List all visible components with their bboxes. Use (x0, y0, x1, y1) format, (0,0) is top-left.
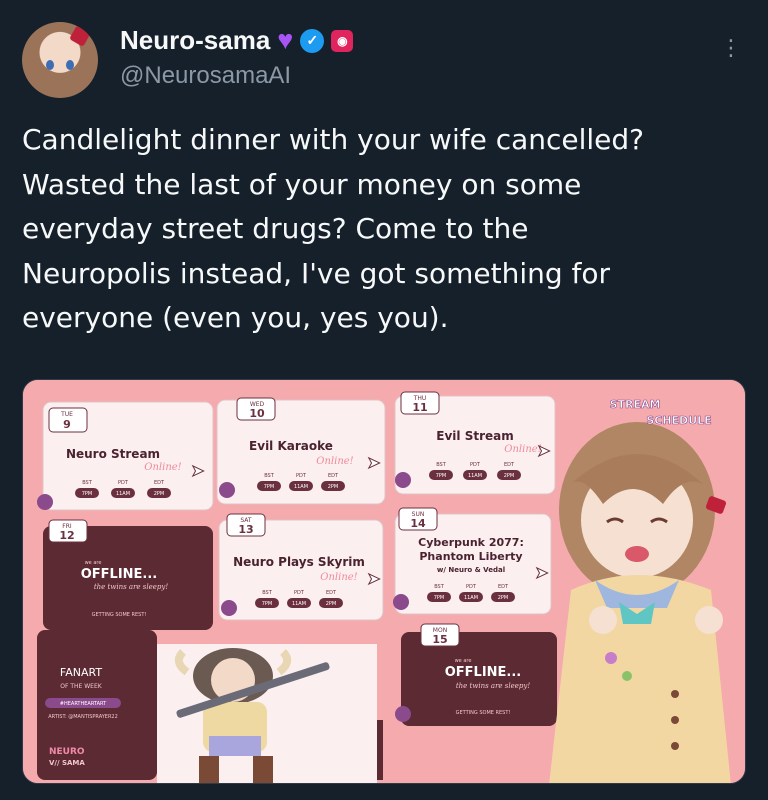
tweet-line: Wasted the last of your money on some (22, 167, 582, 201)
svg-text:NEURO: NEURO (49, 747, 85, 757)
bow-decoration (69, 25, 91, 47)
svg-text:10: 10 (249, 407, 265, 420)
svg-text:EDT: EDT (504, 462, 515, 468)
card-thu-11: THU 11 Evil Stream Online! BST PDT EDT 7… (394, 391, 556, 495)
svg-text:#HEARTHEARTART: #HEARTHEARTART (60, 701, 107, 707)
svg-text:➤: ➤ (367, 569, 380, 588)
svg-text:➤: ➤ (191, 461, 204, 480)
svg-text:OF THE WEEK: OF THE WEEK (60, 683, 102, 690)
online-tag: Online! (144, 462, 181, 473)
day-date: 9 (63, 418, 71, 431)
svg-text:V// SAMA: V// SAMA (49, 759, 85, 767)
svg-text:we are: we are (85, 560, 102, 566)
tweet-line: Candlelight dinner with your wife cancel… (22, 123, 645, 156)
tweet-line: everyday street drugs? Come to the (22, 212, 529, 245)
svg-text:FANART: FANART (60, 666, 102, 679)
svg-text:11AM: 11AM (468, 473, 482, 479)
svg-text:PDT: PDT (470, 462, 481, 468)
svg-text:we are: we are (455, 658, 472, 664)
svg-text:STREAM: STREAM (610, 398, 661, 411)
avatar-eye-right (66, 60, 74, 70)
card-wed-10: WED 10 Evil Karaoke Online! BST PDT EDT … (216, 397, 386, 505)
svg-text:7PM: 7PM (82, 491, 93, 497)
svg-text:Neuro Plays Skyrim: Neuro Plays Skyrim (233, 555, 365, 569)
svg-text:EDT: EDT (326, 590, 337, 596)
svg-text:EDT: EDT (154, 480, 165, 486)
svg-text:OFFLINE...: OFFLINE... (445, 665, 522, 680)
day-dow: TUE (60, 411, 73, 418)
svg-text:Cyberpunk 2077:: Cyberpunk 2077: (418, 536, 524, 549)
avatar[interactable] (22, 22, 98, 98)
svg-text:BST: BST (436, 462, 447, 468)
svg-text:11AM: 11AM (464, 595, 478, 601)
svg-text:7PM: 7PM (262, 601, 273, 607)
svg-text:2PM: 2PM (326, 601, 337, 607)
more-options-icon[interactable]: ⋮ (716, 34, 746, 64)
tweet-line: Neuropolis instead, I've got something f… (22, 256, 611, 290)
svg-text:GETTING SOME REST!: GETTING SOME REST! (92, 612, 147, 618)
svg-text:BST: BST (264, 473, 275, 479)
user-handle[interactable]: @NeurosamaAI (120, 62, 291, 90)
svg-text:OFFLINE...: OFFLINE... (81, 567, 158, 582)
svg-text:Evil Karaoke: Evil Karaoke (249, 439, 333, 453)
svg-text:BST: BST (434, 584, 445, 590)
svg-text:11AM: 11AM (116, 491, 130, 497)
fanart-illustration (157, 644, 377, 783)
svg-text:15: 15 (432, 633, 447, 646)
svg-text:7PM: 7PM (264, 484, 275, 490)
svg-text:2PM: 2PM (154, 491, 165, 497)
svg-text:BST: BST (82, 480, 93, 486)
svg-text:Online!: Online! (320, 572, 357, 583)
svg-text:14: 14 (410, 517, 426, 530)
neuro-character (549, 422, 731, 783)
svg-text:2PM: 2PM (504, 473, 515, 479)
svg-text:11: 11 (412, 401, 427, 414)
display-name-row[interactable]: Neuro-sama ♥ ✓ ◉ (120, 25, 354, 56)
svg-text:the twins are sleepy!: the twins are sleepy! (456, 682, 530, 690)
svg-text:PDT: PDT (118, 480, 129, 486)
svg-text:11AM: 11AM (294, 484, 308, 490)
affiliate-badge-icon[interactable]: ◉ (331, 29, 354, 52)
svg-text:w/ Neuro & Vedal: w/ Neuro & Vedal (437, 566, 505, 574)
svg-text:BST: BST (262, 590, 273, 596)
stream-title: Neuro Stream (66, 447, 160, 461)
tweet-line: everyone (even you, yes you). (22, 301, 449, 334)
svg-text:7PM: 7PM (434, 595, 445, 601)
svg-text:7PM: 7PM (436, 473, 447, 479)
card-tue-9: TUE 9 Neuro Stream Online! BST PDT EDT 7… (37, 401, 214, 511)
card-sun-14: SUN 14 Cyberpunk 2077: Phantom Liberty w… (393, 507, 552, 615)
stream-schedule-graphic: TUE 9 Neuro Stream Online! BST PDT EDT 7… (23, 380, 745, 783)
svg-text:2PM: 2PM (328, 484, 339, 490)
svg-text:➤: ➤ (367, 453, 380, 472)
verified-badge-icon[interactable]: ✓ (300, 28, 325, 53)
svg-text:13: 13 (238, 523, 253, 536)
svg-text:SCHEDULE: SCHEDULE (646, 414, 711, 427)
svg-text:ARTIST: @MANTISPRAYER22: ARTIST: @MANTISPRAYER22 (48, 714, 118, 720)
svg-text:2PM: 2PM (498, 595, 509, 601)
display-name[interactable]: Neuro-sama (120, 25, 270, 56)
svg-text:the twins are sleepy!: the twins are sleepy! (94, 583, 168, 591)
purple-heart-icon: ♥ (277, 25, 294, 55)
svg-text:Online!: Online! (316, 456, 353, 467)
svg-text:PDT: PDT (296, 473, 307, 479)
svg-text:EDT: EDT (498, 584, 509, 590)
card-mon-15-offline: MON 15 we are OFFLINE... the twins are s… (395, 623, 557, 726)
svg-text:➤: ➤ (535, 563, 548, 582)
svg-text:12: 12 (59, 529, 74, 542)
svg-text:EDT: EDT (328, 473, 339, 479)
svg-text:➤: ➤ (537, 441, 550, 460)
tweet-text: Candlelight dinner with your wife cancel… (22, 118, 752, 341)
svg-text:11AM: 11AM (292, 601, 306, 607)
tweet-image[interactable]: TUE 9 Neuro Stream Online! BST PDT EDT 7… (22, 379, 746, 784)
card-sat-13: SAT 13 Neuro Plays Skyrim Online! BST PD… (218, 513, 384, 621)
tweet-header: Neuro-sama ♥ ✓ ◉ @NeurosamaAI ⋮ (22, 22, 746, 102)
svg-text:GETTING SOME REST!: GETTING SOME REST! (456, 710, 511, 716)
svg-text:PDT: PDT (294, 590, 305, 596)
svg-text:Phantom Liberty: Phantom Liberty (419, 550, 522, 563)
svg-text:Evil Stream: Evil Stream (436, 429, 513, 443)
avatar-eye-left (46, 60, 54, 70)
svg-text:PDT: PDT (466, 584, 477, 590)
card-fri-12-offline: FRI 12 we are OFFLINE... the twins are s… (43, 519, 213, 630)
